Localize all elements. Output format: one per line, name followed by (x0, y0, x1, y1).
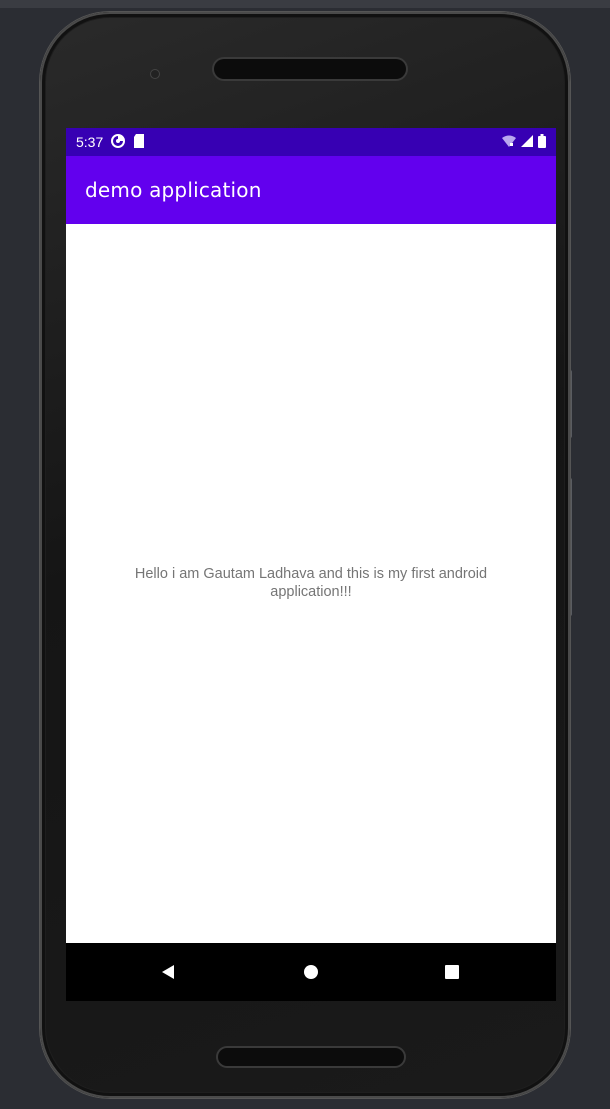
main-content: Hello i am Gautam Ladhava and this is my… (66, 224, 556, 943)
status-time: 5:37 (76, 134, 104, 150)
sd-card-icon (133, 133, 145, 151)
device-screen: 5:37 demo application Hello i am Gautam … (66, 128, 556, 1001)
front-camera (151, 70, 159, 78)
battery-icon (538, 133, 546, 151)
app-title: demo application (85, 178, 262, 202)
app-bar: demo application (66, 156, 556, 224)
signal-icon (521, 134, 533, 150)
phone-body: 5:37 demo application Hello i am Gautam … (46, 18, 564, 1092)
hello-message: Hello i am Gautam Ladhava and this is my… (134, 566, 488, 600)
wifi-icon (502, 134, 516, 150)
recents-icon[interactable] (440, 960, 464, 984)
data-saver-icon (111, 133, 126, 151)
home-icon[interactable] (299, 960, 323, 984)
back-icon[interactable] (156, 960, 180, 984)
status-bar: 5:37 (66, 128, 556, 156)
phone-frame: 5:37 demo application Hello i am Gautam … (40, 12, 570, 1098)
emulator-top-strip (0, 0, 610, 8)
bottom-speaker (218, 1048, 404, 1066)
top-speaker (214, 59, 406, 79)
emulator-window: 5:37 demo application Hello i am Gautam … (0, 0, 610, 1109)
navigation-bar (66, 943, 556, 1001)
status-indicators (502, 133, 546, 151)
